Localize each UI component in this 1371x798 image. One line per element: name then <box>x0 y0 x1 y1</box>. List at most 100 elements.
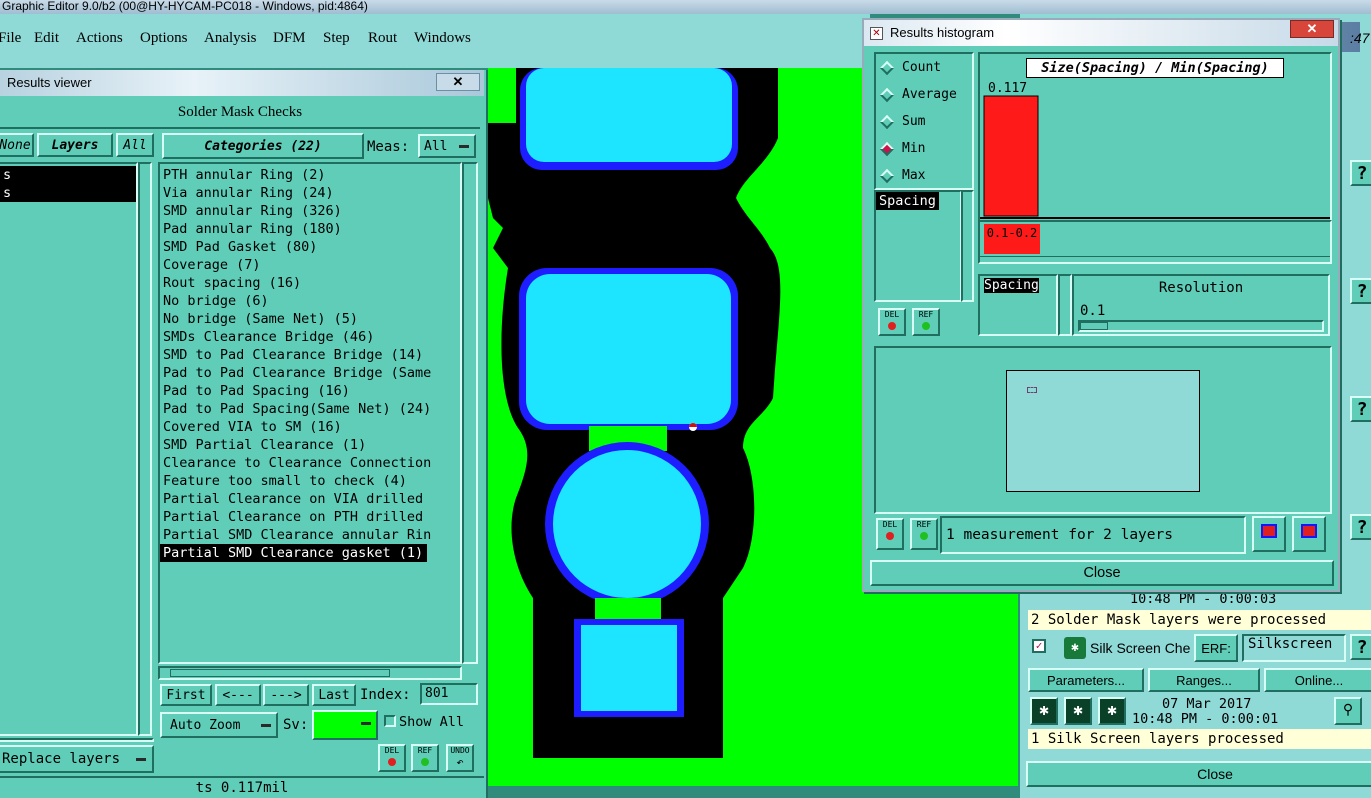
run-icon[interactable]: ✱ <box>1064 697 1092 725</box>
viewer-close-button[interactable]: ✕ <box>436 73 480 91</box>
zoom-icon[interactable]: ⚲ <box>1334 697 1362 725</box>
next-button[interactable]: ---> <box>263 684 309 706</box>
bottom-del-button[interactable]: DEL <box>876 518 904 550</box>
hscroll-thumb[interactable] <box>170 669 390 677</box>
message-2-text: 1 Silk Screen layers processed <box>1031 731 1284 747</box>
category-item[interactable]: Via annular Ring (24) <box>160 184 460 202</box>
chart-export-icon[interactable] <box>1252 516 1286 552</box>
sv-color-dropdown[interactable] <box>312 710 378 740</box>
bottom-ref-button[interactable]: REF <box>910 518 938 550</box>
category-item[interactable]: Feature too small to check (4) <box>160 472 460 490</box>
histogram-close-icon[interactable]: ✕ <box>1290 20 1334 38</box>
aggregate-options: Count Average Sum Min Max <box>874 52 974 190</box>
silk-checkbox[interactable]: ✓ <box>1032 639 1046 653</box>
category-item[interactable]: Pad to Pad Clearance Bridge (Same <box>160 364 460 382</box>
category-item[interactable]: PTH annular Ring (2) <box>160 166 460 184</box>
ranges-button[interactable]: Ranges... <box>1148 668 1260 692</box>
histogram-close-button[interactable]: Close <box>870 560 1334 586</box>
category-item[interactable]: No bridge (6) <box>160 292 460 310</box>
run-icon[interactable]: ✱ <box>1030 697 1058 725</box>
resolution-slider-thumb[interactable] <box>1080 322 1108 330</box>
help-button[interactable]: ? <box>1350 514 1371 540</box>
menu-dfm[interactable]: DFM <box>273 30 306 47</box>
category-item[interactable]: SMD Pad Gasket (80) <box>160 238 460 256</box>
histogram-window-icon: ✕ <box>870 27 883 40</box>
layer-item[interactable]: s <box>0 184 136 202</box>
category-list-vscroll[interactable] <box>462 162 478 664</box>
online-button[interactable]: Online... <box>1264 668 1371 692</box>
parameter-list-scroll[interactable] <box>961 190 974 302</box>
del-button[interactable]: DEL <box>378 744 406 772</box>
hist-del-button[interactable]: DEL <box>878 308 906 336</box>
category-item[interactable]: Covered VIA to SM (16) <box>160 418 460 436</box>
help-button[interactable]: ? <box>1350 278 1371 304</box>
layer-list-scrollbar[interactable] <box>138 162 152 736</box>
category-item[interactable]: Coverage (7) <box>160 256 460 274</box>
chart-hscroll[interactable] <box>980 256 1330 264</box>
menu-rout[interactable]: Rout <box>368 30 397 47</box>
hist-ref-button[interactable]: REF <box>912 308 940 336</box>
category-item[interactable]: No bridge (Same Net) (5) <box>160 310 460 328</box>
category-item[interactable]: SMD to Pad Clearance Bridge (14) <box>160 346 460 364</box>
first-button[interactable]: First <box>160 684 212 706</box>
run-icon[interactable]: ✱ <box>1098 697 1126 725</box>
category-item[interactable]: Pad annular Ring (180) <box>160 220 460 238</box>
category-item[interactable]: Partial SMD Clearance gasket (1) <box>160 544 428 562</box>
help-button[interactable]: ? <box>1350 396 1371 422</box>
category-item[interactable]: Partial Clearance on PTH drilled <box>160 508 460 526</box>
all-layers-button[interactable]: All <box>116 133 154 157</box>
menu-file[interactable]: File <box>0 30 21 47</box>
menu-analysis[interactable]: Analysis <box>204 30 257 47</box>
menu-edit[interactable]: Edit <box>34 30 59 47</box>
menu-step[interactable]: Step <box>323 30 350 47</box>
parameter-list[interactable]: Spacing <box>874 190 962 302</box>
category-item[interactable]: Clearance to Clearance Connection <box>160 454 460 472</box>
meas-dropdown[interactable]: All <box>418 134 476 158</box>
option-count[interactable]: Count <box>876 54 972 81</box>
category-item[interactable]: Pad to Pad Spacing (16) <box>160 382 460 400</box>
layer-item[interactable]: s <box>0 166 136 184</box>
index-input[interactable]: 801 <box>420 683 478 705</box>
layer-list[interactable]: s s <box>0 162 138 736</box>
categories-button[interactable]: Categories (22) <box>162 133 364 159</box>
histogram-bar[interactable] <box>983 95 1039 217</box>
category-list[interactable]: PTH annular Ring (2) Via annular Ring (24… <box>158 162 462 664</box>
spacing-select-item[interactable]: Spacing <box>984 278 1039 293</box>
show-all-checkbox[interactable] <box>384 715 396 727</box>
spacing-select-scroll[interactable] <box>1058 274 1072 336</box>
right-close-button[interactable]: Close <box>1026 761 1371 787</box>
help-button[interactable]: ? <box>1350 160 1371 186</box>
undo-button[interactable]: UNDO ↶ <box>446 744 474 772</box>
last-button[interactable]: Last <box>312 684 356 706</box>
spacing-select[interactable]: Spacing <box>978 274 1058 336</box>
replace-layers-dropdown[interactable]: Replace layers <box>0 745 154 773</box>
index-label: Index: <box>360 687 411 703</box>
option-sum[interactable]: Sum <box>876 108 972 135</box>
ref-button[interactable]: REF <box>411 744 439 772</box>
erf-button[interactable]: ERF: <box>1194 634 1238 662</box>
category-item[interactable]: Rout spacing (16) <box>160 274 460 292</box>
parameter-item[interactable]: Spacing <box>876 192 939 210</box>
none-button[interactable]: None <box>0 133 34 157</box>
menu-windows[interactable]: Windows <box>414 30 471 47</box>
menu-options[interactable]: Options <box>140 30 188 47</box>
category-item[interactable]: SMD annular Ring (326) <box>160 202 460 220</box>
option-max[interactable]: Max <box>876 162 972 189</box>
erf-field[interactable]: Silkscreen <box>1242 634 1346 662</box>
category-item[interactable]: Pad to Pad Spacing(Same Net) (24) <box>160 400 460 418</box>
help-button[interactable]: ? <box>1350 634 1371 660</box>
resolution-slider[interactable] <box>1078 320 1324 332</box>
option-average[interactable]: Average <box>876 81 972 108</box>
prev-button[interactable]: <--- <box>215 684 261 706</box>
auto-zoom-dropdown[interactable]: Auto Zoom <box>160 712 278 738</box>
category-item[interactable]: SMDs Clearance Bridge (46) <box>160 328 460 346</box>
menu-actions[interactable]: Actions <box>76 30 123 47</box>
category-list-hscroll[interactable] <box>158 666 462 680</box>
parameters-button[interactable]: Parameters... <box>1028 668 1144 692</box>
category-item[interactable]: SMD Partial Clearance (1) <box>160 436 460 454</box>
option-min[interactable]: Min <box>876 135 972 162</box>
category-item[interactable]: Partial Clearance on VIA drilled <box>160 490 460 508</box>
chart-import-icon[interactable] <box>1292 516 1326 552</box>
layers-button[interactable]: Layers <box>37 133 113 157</box>
category-item[interactable]: Partial SMD Clearance annular Rin <box>160 526 460 544</box>
